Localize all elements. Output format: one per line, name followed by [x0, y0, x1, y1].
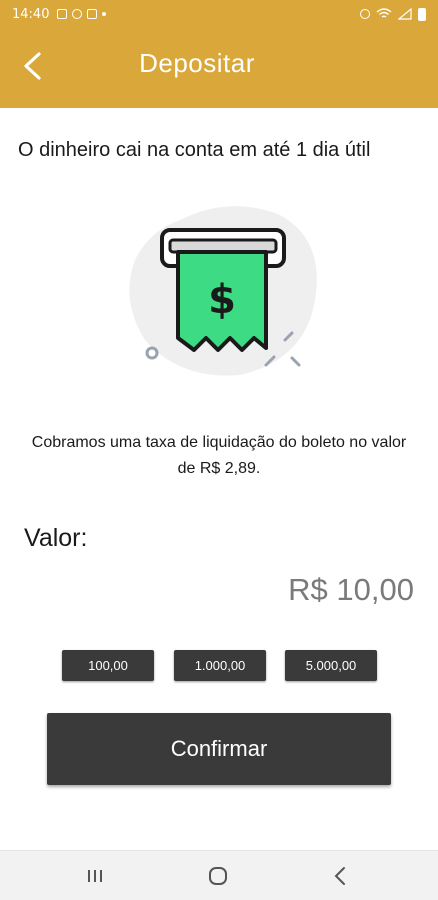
app-bar: Depositar [0, 28, 438, 108]
battery-icon [418, 7, 426, 21]
wifi-icon [376, 8, 392, 18]
signal-icon [398, 8, 412, 20]
home-icon [209, 867, 227, 885]
home-button[interactable] [198, 863, 238, 889]
boleto-dollar-receipt-icon: $ [120, 200, 330, 390]
confirm-button[interactable]: Confirmar [47, 713, 391, 785]
dot-icon [102, 12, 107, 16]
status-bar: 14:40 [0, 0, 438, 28]
recents-button[interactable] [75, 863, 115, 889]
image-icon [57, 9, 68, 19]
whatsapp-icon [72, 9, 83, 19]
system-nav-bar [0, 850, 438, 900]
nav-back-button[interactable] [320, 863, 360, 889]
recents-icon [88, 870, 102, 882]
alarm-icon [360, 9, 370, 19]
valor-label: Valor: [24, 524, 88, 552]
status-time: 14:40 [12, 6, 50, 22]
page-title: Depositar [139, 48, 255, 78]
dollar-symbol: $ [208, 277, 236, 323]
deposit-headline: O dinheiro cai na conta em até 1 dia úti… [18, 139, 371, 161]
quick-amount-5000-button[interactable]: 5.000,00 [285, 650, 377, 681]
quick-amount-1000-button[interactable]: 1.000,00 [174, 650, 266, 681]
valor-amount-input[interactable]: R$ 10,00 [288, 572, 414, 608]
cast-icon [87, 9, 98, 19]
quick-amount-100-button[interactable]: 100,00 [62, 650, 154, 681]
fee-notice: Cobramos uma taxa de liquidação do bolet… [31, 434, 407, 477]
back-icon [334, 867, 345, 885]
